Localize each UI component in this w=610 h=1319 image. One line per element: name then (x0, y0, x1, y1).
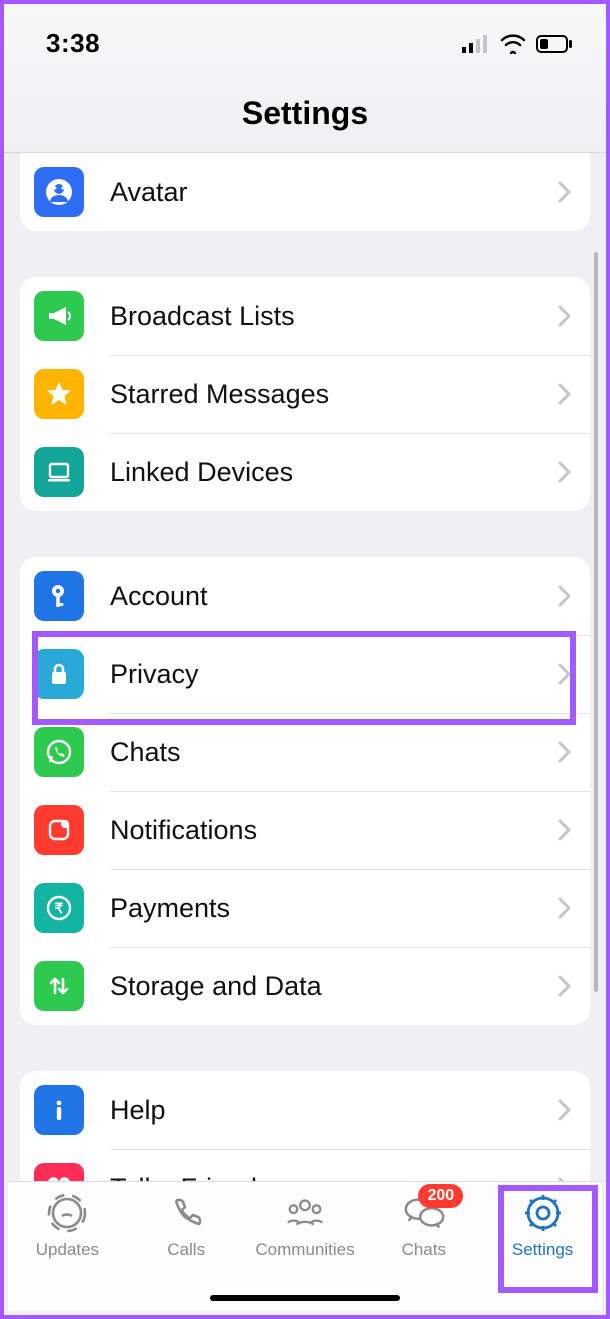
row-broadcast-lists[interactable]: Broadcast Lists (20, 277, 590, 355)
star-icon (34, 369, 84, 419)
row-linked-label: Linked Devices (110, 457, 558, 488)
tab-bar: Updates Calls Communities 200 Chats Sett… (8, 1181, 602, 1311)
laptop-icon (34, 447, 84, 497)
row-help-label: Help (110, 1095, 558, 1126)
row-avatar-label: Avatar (110, 177, 558, 208)
tab-communities-label: Communities (255, 1240, 354, 1260)
settings-group-profile: Avatar (20, 153, 590, 231)
updates-icon (44, 1190, 90, 1236)
row-account-label: Account (110, 581, 558, 612)
notification-icon (34, 805, 84, 855)
settings-group-lists: Broadcast Lists Starred Messages Linked … (20, 277, 590, 511)
rupee-icon: ₹ (34, 883, 84, 933)
row-chats[interactable]: Chats (20, 713, 590, 791)
chevron-right-icon (558, 181, 572, 203)
chevron-right-icon (558, 585, 572, 607)
row-privacy-label: Privacy (110, 659, 558, 690)
tab-updates[interactable]: Updates (8, 1190, 127, 1260)
row-chats-label: Chats (110, 737, 558, 768)
settings-group-main: Account Privacy Chats Notifications (20, 557, 590, 1025)
avatar-icon (34, 167, 84, 217)
chevron-right-icon (558, 741, 572, 763)
svg-text:₹: ₹ (55, 900, 64, 916)
row-storage-data[interactable]: Storage and Data (20, 947, 590, 1025)
tab-calls-label: Calls (167, 1240, 205, 1260)
info-icon (34, 1085, 84, 1135)
wifi-icon (500, 34, 526, 54)
chats-badge: 200 (418, 1184, 463, 1208)
tab-settings[interactable]: Settings (483, 1190, 602, 1260)
row-broadcast-label: Broadcast Lists (110, 301, 558, 332)
lock-icon (34, 649, 84, 699)
row-privacy[interactable]: Privacy (20, 635, 590, 713)
chevron-right-icon (558, 663, 572, 685)
calls-icon (163, 1190, 209, 1236)
key-icon (34, 571, 84, 621)
chevron-right-icon (558, 975, 572, 997)
chevron-right-icon (558, 305, 572, 327)
scroll-indicator (594, 252, 598, 992)
row-payments[interactable]: ₹ Payments (20, 869, 590, 947)
row-starred-messages[interactable]: Starred Messages (20, 355, 590, 433)
row-linked-devices[interactable]: Linked Devices (20, 433, 590, 511)
row-notifications-label: Notifications (110, 815, 558, 846)
row-account[interactable]: Account (20, 557, 590, 635)
whatsapp-icon (34, 727, 84, 777)
megaphone-icon (34, 291, 84, 341)
page-header: Settings (4, 71, 606, 153)
tab-chats[interactable]: 200 Chats (364, 1190, 483, 1260)
arrows-up-down-icon (34, 961, 84, 1011)
row-starred-label: Starred Messages (110, 379, 558, 410)
chevron-right-icon (558, 897, 572, 919)
status-bar: 3:38 (4, 4, 606, 71)
page-title: Settings (4, 95, 606, 132)
chevron-right-icon (558, 383, 572, 405)
row-storage-label: Storage and Data (110, 971, 558, 1002)
tab-settings-label: Settings (512, 1240, 573, 1260)
communities-icon (282, 1190, 328, 1236)
tab-communities[interactable]: Communities (246, 1190, 365, 1260)
row-notifications[interactable]: Notifications (20, 791, 590, 869)
battery-icon (536, 35, 574, 53)
status-time: 3:38 (46, 28, 100, 59)
gear-icon (520, 1190, 566, 1236)
tab-calls[interactable]: Calls (127, 1190, 246, 1260)
row-help[interactable]: Help (20, 1071, 590, 1149)
tab-updates-label: Updates (36, 1240, 99, 1260)
row-avatar[interactable]: Avatar (20, 153, 590, 231)
status-indicators (462, 34, 574, 54)
tab-chats-label: Chats (402, 1240, 446, 1260)
cellular-icon (462, 35, 490, 53)
chevron-right-icon (558, 819, 572, 841)
row-payments-label: Payments (110, 893, 558, 924)
chevron-right-icon (558, 461, 572, 483)
home-indicator (210, 1295, 400, 1301)
chevron-right-icon (558, 1099, 572, 1121)
